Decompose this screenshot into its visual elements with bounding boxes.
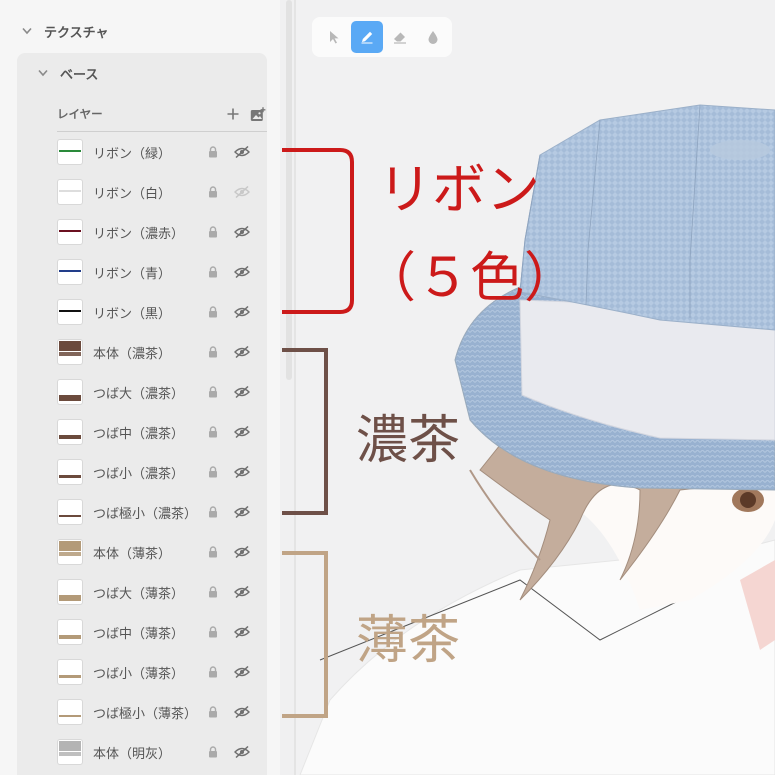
eraser-tool-button[interactable] [384,21,416,53]
cursor-icon [328,30,340,44]
scene-canvas: リボン （５色） 濃茶 薄茶 [282,104,775,775]
dark-brown-annotation: 濃茶 [356,411,460,471]
pencil-icon [359,29,375,45]
ribbon-annotation-line1: リボン [378,158,540,221]
ribbon-annotation-line2: （５色） [362,246,578,309]
light-brown-annotation: 薄茶 [356,611,460,671]
pencil-tool-button[interactable] [351,21,383,53]
fill-drop-tool-button[interactable] [417,21,449,53]
light-brown-bracket [282,551,328,718]
dark-brown-bracket [282,348,328,515]
tool-palette [312,17,452,57]
ribbon-bracket [282,148,354,314]
eraser-icon [392,29,408,45]
cursor-tool-button[interactable] [318,21,350,53]
fill-drop-icon [427,30,439,45]
